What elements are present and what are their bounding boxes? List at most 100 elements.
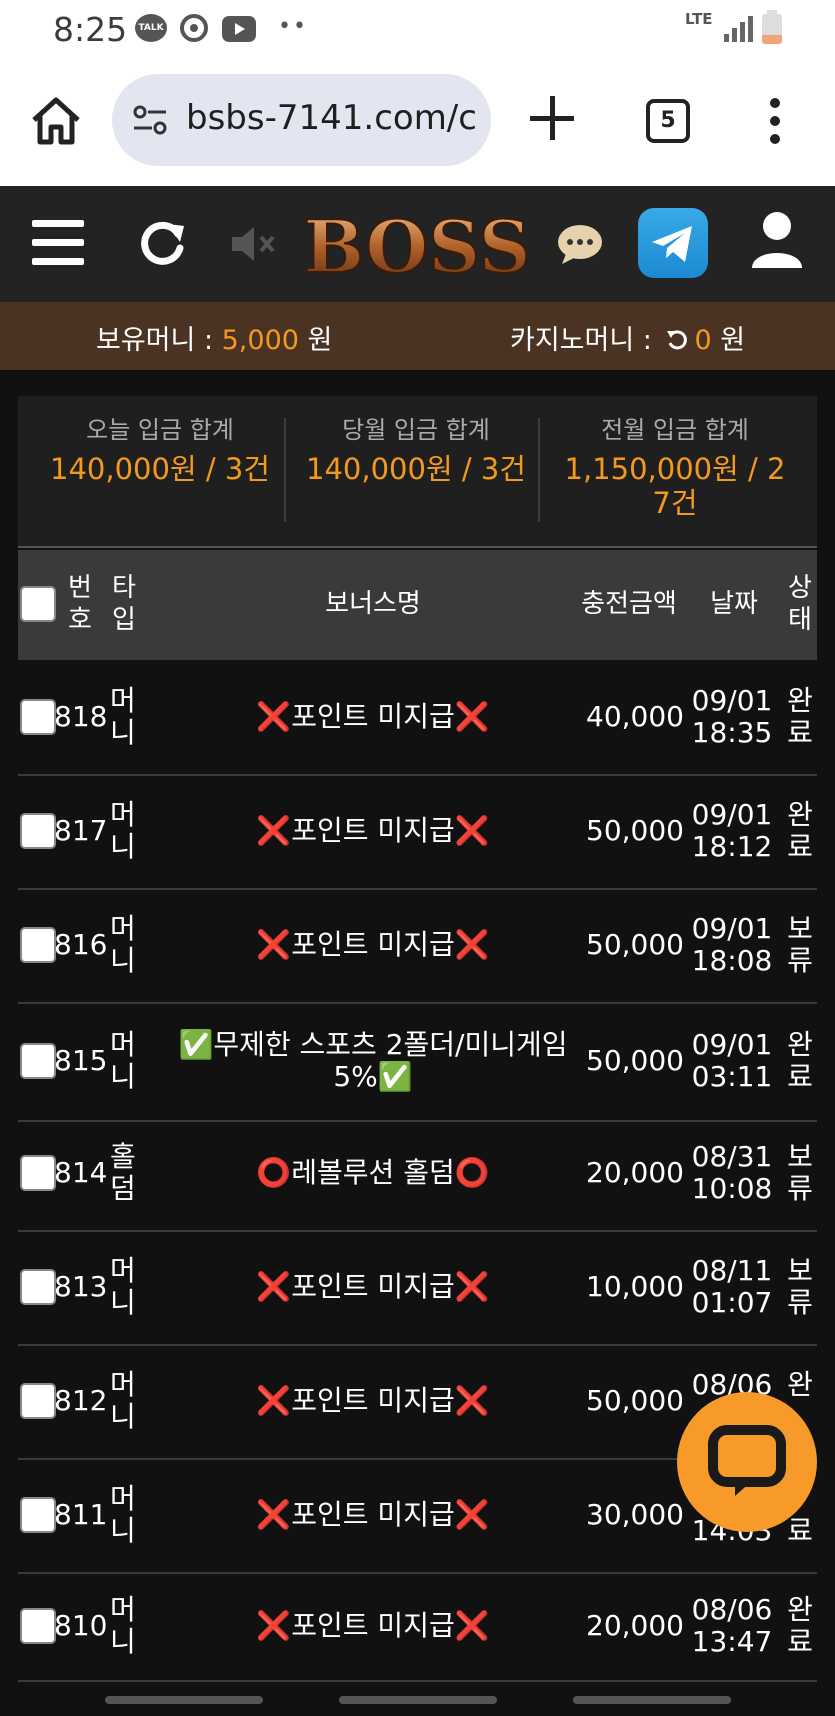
row-checkbox[interactable]: [20, 813, 56, 849]
row-type-1: 홀: [110, 1140, 136, 1173]
row-checkbox[interactable]: [20, 1043, 56, 1079]
telegram-icon[interactable]: [638, 208, 708, 278]
row-type-2: 니: [110, 716, 136, 749]
row-bonus-name: ❌포인트 미지급❌: [158, 929, 588, 961]
row-status-2: 료: [787, 716, 813, 749]
row-date: 09/01 18:08: [682, 913, 782, 977]
row-type: 머니: [110, 1029, 146, 1093]
row-bonus-name-1: ❌포인트 미지급❌: [256, 1498, 490, 1531]
month-summary: 당월 입금 합계 140,000원 / 3건: [296, 414, 536, 486]
row-date-2: 18:35: [691, 716, 773, 749]
system-navigation-bar: [0, 1682, 835, 1716]
select-all-checkbox[interactable]: [20, 586, 56, 622]
row-status: 완료: [782, 1594, 818, 1658]
nav-handle-left[interactable]: [105, 1696, 263, 1704]
user-profile-icon[interactable]: [750, 210, 804, 270]
row-date: 08/31 10:08: [682, 1141, 782, 1205]
table-row[interactable]: 814 홀덤 ⭕레볼루션 홀덤⭕ 20,000 08/31 10:08 보류: [18, 1118, 817, 1232]
casino-refresh-icon[interactable]: [666, 327, 688, 350]
row-type: 머니: [110, 1255, 146, 1319]
nav-handle-center[interactable]: [339, 1696, 497, 1704]
tab-switcher-button[interactable]: 5: [646, 99, 690, 143]
row-status-1: 보: [787, 1254, 813, 1287]
row-checkbox[interactable]: [20, 927, 56, 963]
summary-label: 오늘 입금 합계: [86, 416, 234, 444]
refresh-icon[interactable]: [138, 216, 188, 268]
browser-menu-icon[interactable]: [770, 98, 780, 144]
row-type-1: 머: [110, 684, 136, 717]
row-bonus-name: ❌포인트 미지급❌: [158, 1499, 588, 1531]
row-type: 홀덤: [110, 1141, 146, 1205]
sound-mute-icon[interactable]: [230, 224, 278, 264]
row-status-1: 보: [787, 1140, 813, 1173]
row-checkbox[interactable]: [20, 1155, 56, 1191]
row-type-1: 머: [110, 798, 136, 831]
table-row[interactable]: 818 머니 ❌포인트 미지급❌ 40,000 09/01 18:35 완료: [18, 662, 817, 776]
summary-value-line1: 1,150,000원 / 2: [564, 452, 786, 486]
lte-icon: LTE: [685, 10, 713, 28]
row-bonus-name: ✅무제한 스포츠 2폴더/미니게임 5%✅: [158, 1029, 588, 1093]
summary-value: 1,150,000원 / 2 7건: [550, 452, 800, 520]
live-chat-button[interactable]: [677, 1392, 817, 1532]
header-date: 날짜: [710, 589, 758, 619]
row-checkbox[interactable]: [20, 1269, 56, 1305]
row-bonus-name-1: ❌포인트 미지급❌: [256, 700, 490, 733]
row-amount: 40,000: [586, 700, 684, 733]
summary-label: 당월 입금 합계: [342, 416, 490, 444]
row-date-1: 09/01: [691, 912, 773, 945]
row-status-2: 류: [787, 1286, 813, 1319]
row-date-1: 08/31: [691, 1140, 773, 1173]
held-money: 보유머니 : 5,000 원: [96, 318, 332, 357]
held-money-label: 보유머니 :: [96, 325, 222, 356]
url-text[interactable]: bsbs-7141.com/c: [186, 98, 476, 138]
header-status: 상태: [782, 572, 818, 636]
table-row[interactable]: 817 머니 ❌포인트 미지급❌ 50,000 09/01 18:12 완료: [18, 776, 817, 890]
row-status: 완료: [782, 799, 818, 863]
table-row[interactable]: 815 머니 ✅무제한 스포츠 2폴더/미니게임 5%✅ 50,000 09/01…: [18, 1004, 817, 1122]
row-checkbox[interactable]: [20, 1383, 56, 1419]
sync-icon: [180, 14, 208, 42]
table-row[interactable]: 810 머니 ❌포인트 미지급❌ 20,000 08/06 13:47 완료: [18, 1574, 817, 1682]
row-date: 08/11 01:07: [682, 1255, 782, 1319]
row-bonus-name: ❌포인트 미지급❌: [158, 1271, 588, 1303]
site-header: BOSS: [0, 186, 835, 302]
row-type-2: 니: [110, 1060, 136, 1093]
boss-logo[interactable]: BOSS: [282, 202, 552, 290]
divider: [284, 418, 286, 522]
row-type-1: 머: [110, 912, 136, 945]
hamburger-menu-icon[interactable]: [32, 220, 84, 266]
casino-money-unit: 원: [711, 325, 746, 356]
row-date-2: 13:47: [691, 1625, 773, 1658]
header-amount: 충전금액: [581, 589, 677, 619]
row-type: 머니: [110, 1369, 146, 1433]
row-type-2: 니: [110, 1400, 136, 1433]
nav-handle-right[interactable]: [573, 1696, 731, 1704]
row-status-1: 완: [787, 1028, 813, 1061]
row-bonus-name-1: ❌포인트 미지급❌: [256, 1270, 490, 1303]
home-icon[interactable]: [30, 96, 82, 146]
row-checkbox[interactable]: [20, 699, 56, 735]
table-row[interactable]: 816 머니 ❌포인트 미지급❌ 50,000 09/01 18:08 보류: [18, 890, 817, 1004]
site-settings-icon[interactable]: [132, 104, 168, 136]
row-bonus-name-1: ❌포인트 미지급❌: [256, 928, 490, 961]
row-checkbox[interactable]: [20, 1608, 56, 1644]
row-bonus-name: ⭕레볼루션 홀덤⭕: [158, 1157, 588, 1189]
row-type-2: 니: [110, 1286, 136, 1319]
row-bonus-name: ❌포인트 미지급❌: [158, 815, 588, 847]
table-row[interactable]: 813 머니 ❌포인트 미지급❌ 10,000 08/11 01:07 보류: [18, 1232, 817, 1346]
row-status: 보류: [782, 1141, 818, 1205]
row-bonus-name: ❌포인트 미지급❌: [158, 701, 588, 733]
chat-bubble-icon[interactable]: [556, 224, 604, 264]
new-tab-icon[interactable]: [530, 96, 574, 140]
address-bar[interactable]: bsbs-7141.com/c: [112, 74, 491, 166]
header-number-1: 번: [68, 573, 92, 603]
row-date-1: 08/06: [691, 1593, 773, 1626]
row-checkbox[interactable]: [20, 1497, 56, 1533]
casino-money-label: 카지노머니 :: [510, 325, 661, 356]
row-type-1: 머: [110, 1254, 136, 1287]
row-amount: 50,000: [586, 1384, 684, 1417]
casino-money: 카지노머니 : 0 원: [510, 318, 745, 357]
row-type: 머니: [110, 913, 146, 977]
row-bonus-name: ❌포인트 미지급❌: [158, 1385, 588, 1417]
logo-text: BOSS: [303, 204, 530, 288]
